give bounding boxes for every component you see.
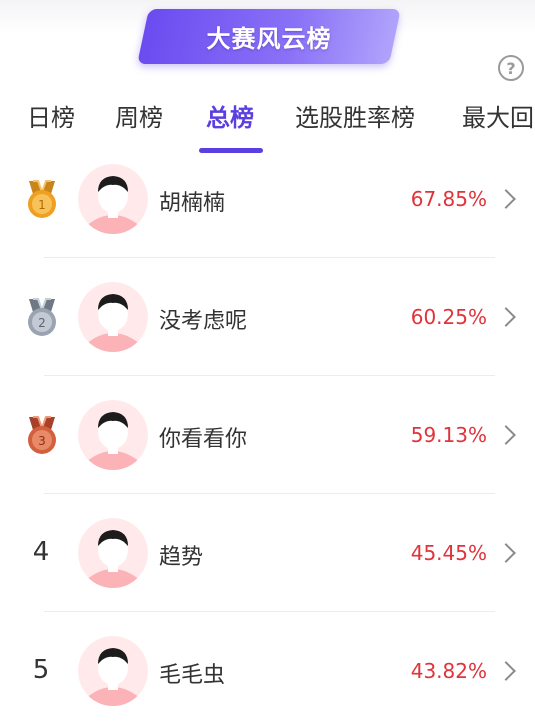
player-name: 毛毛虫 [159,663,226,688]
rank-number: 4 [32,537,50,567]
win-rate: 59.13% [410,423,487,447]
list-item[interactable]: 4 趋势 45.45% [0,494,535,612]
tab-weekly[interactable]: 周榜 [115,98,163,133]
tab-daily[interactable]: 日榜 [27,98,75,133]
win-rate: 43.82% [410,659,487,683]
silver-medal-icon: 2 [28,298,56,336]
player-name: 你看看你 [159,427,248,452]
rank-number: 5 [32,655,50,685]
chevron-right-icon [496,189,516,209]
chevron-right-icon [496,425,516,445]
win-rate: 67.85% [410,187,487,211]
list-item[interactable]: 5 毛毛虫 43.82% [0,612,535,725]
question-circle-icon[interactable]: ? [498,55,524,81]
list-item[interactable]: 1 胡楠楠 67.85% [0,140,535,258]
tab-max-drawdown[interactable]: 最大回 [462,98,534,133]
avatar [78,400,148,470]
chevron-right-icon [496,661,516,681]
avatar [78,282,148,352]
list-item[interactable]: 3 你看看你 59.13% [0,376,535,494]
avatar [78,636,148,706]
avatar [78,164,148,234]
player-name: 趋势 [159,545,204,570]
chevron-right-icon [496,307,516,327]
medal-rank-text: 3 [38,434,46,448]
tab-overall[interactable]: 总榜 [206,98,254,133]
win-rate: 60.25% [410,305,487,329]
medal-rank-text: 1 [38,198,46,212]
avatar [78,518,148,588]
medal-rank-text: 2 [38,316,46,330]
win-rate: 45.45% [410,541,487,565]
bronze-medal-icon: 3 [28,416,56,454]
list-item[interactable]: 2 没考虑呢 60.25% [0,258,535,376]
gold-medal-icon: 1 [28,180,56,218]
player-name: 胡楠楠 [159,191,226,216]
banner-title: 大赛风云榜 [206,25,332,53]
chevron-right-icon [496,543,516,563]
tab-win-rate[interactable]: 选股胜率榜 [295,98,415,133]
player-name: 没考虑呢 [159,309,248,334]
